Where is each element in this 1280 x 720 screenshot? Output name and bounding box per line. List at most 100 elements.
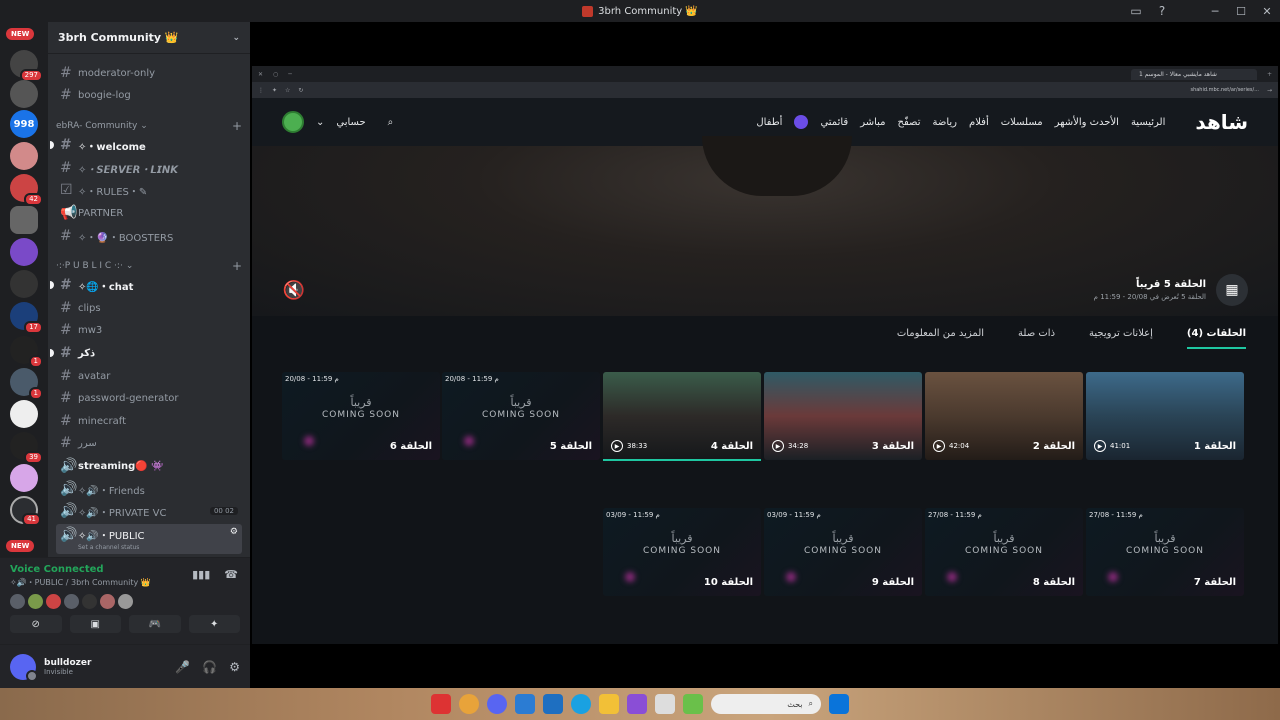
headphones-icon[interactable]: 🎧 [202, 660, 217, 674]
avatar[interactable] [64, 594, 79, 609]
discord-icon[interactable] [487, 694, 507, 714]
avatar[interactable] [118, 594, 133, 609]
star-icon[interactable]: ☆ [285, 87, 290, 94]
channel-item[interactable]: # ذكر [50, 343, 242, 363]
minimize-icon[interactable]: ─ [288, 71, 292, 78]
avatar[interactable] [28, 594, 43, 609]
episode-card[interactable]: 20/08 - 11:59 م قريباً COMING SOON الحلق… [282, 372, 440, 460]
channel-status[interactable]: Set a channel status [78, 544, 145, 551]
channel-item[interactable]: # ✧・🔮・BOOSTERS [56, 226, 242, 246]
server-icon[interactable]: 297 [10, 50, 43, 82]
avatar[interactable] [10, 653, 38, 682]
screen-share-button[interactable]: ▣ [69, 615, 121, 633]
channel-item[interactable]: # mw3 [56, 320, 242, 340]
tab-episodes[interactable]: الحلقات (4) [1186, 328, 1246, 349]
episode-card[interactable]: 27/08 - 11:59 م قريباً COMING SOON الحلق… [1086, 508, 1244, 596]
server-icon[interactable]: 1 [10, 336, 43, 368]
channel-item[interactable]: # avatar [56, 366, 242, 386]
nav-home[interactable]: الرئيسية [1131, 117, 1165, 128]
tab-related[interactable]: ذات صلة [1018, 328, 1055, 349]
episode-card[interactable]: 20/08 - 11:59 م قريباً COMING SOON الحلق… [442, 372, 600, 460]
nav-series[interactable]: مسلسلات [1001, 117, 1043, 128]
profile-avatar[interactable] [282, 111, 304, 133]
server-icon[interactable] [10, 464, 38, 492]
channel-item[interactable]: # password-generator [56, 388, 242, 408]
search-icon[interactable]: ⌕ [388, 117, 394, 128]
avatar[interactable] [82, 594, 97, 609]
mute-icon[interactable]: 🔇 [282, 278, 306, 302]
avatar[interactable] [46, 594, 61, 609]
channel-item[interactable]: # boogie-log [56, 85, 242, 105]
signal-icon[interactable]: ▮▮▮ [192, 568, 210, 581]
server-icon[interactable] [10, 238, 38, 266]
category-header[interactable]: ebRA- Community ⌄ + [56, 118, 242, 134]
inbox-icon[interactable]: ▭ [1128, 3, 1144, 19]
minimize-button[interactable]: ─ [1202, 0, 1228, 22]
channel-item[interactable]: # minecraft [56, 411, 242, 431]
avatar[interactable] [100, 594, 115, 609]
windows-start-icon[interactable] [829, 694, 849, 714]
app-icon[interactable] [515, 694, 535, 714]
app-icon[interactable] [683, 694, 703, 714]
server-icon[interactable] [10, 142, 38, 170]
browser-tab[interactable]: شاهد مايشبي معالا - الموسم 1 [1130, 68, 1257, 80]
episode-card[interactable]: الحلقة 1 ▶ 41:01 [1086, 372, 1244, 460]
app-icon[interactable] [543, 694, 563, 714]
folder-icon[interactable] [599, 694, 619, 714]
server-icon[interactable]: 41 [10, 496, 41, 526]
channel-item[interactable]: 📢 PARTNER [56, 203, 242, 223]
episode-card[interactable]: الحلقة 3 ▶ 34:28 [764, 372, 922, 460]
nav-my-list[interactable]: قائمتي [820, 117, 848, 128]
close-button[interactable]: ✕ [1254, 0, 1280, 22]
nav-kids[interactable]: أطفال [756, 117, 782, 128]
shahid-logo[interactable]: شاهد [1195, 110, 1248, 134]
voice-channel-item[interactable]: 🔊 ✧🔊・PUBLIC Set a channel status ⚙ [56, 524, 242, 554]
server-icon[interactable]: 998 [10, 110, 38, 138]
chrome-icon[interactable] [459, 694, 479, 714]
app-icon[interactable] [627, 694, 647, 714]
activity-button[interactable]: 🎮 [129, 615, 181, 633]
nav-sports[interactable]: رياضة [932, 117, 957, 128]
channel-item[interactable]: # clips [56, 298, 242, 318]
url-field[interactable]: shahid.mbc.net/ar/series/... [1190, 87, 1259, 93]
menu-icon[interactable]: ⋮ [258, 87, 264, 94]
camera-off-button[interactable]: ⊘ [10, 615, 62, 633]
circle-icon[interactable]: ○ [273, 71, 278, 78]
edge-icon[interactable] [571, 694, 591, 714]
gear-icon[interactable]: ⚙ [229, 660, 240, 674]
channel-item[interactable]: # ✧🌐・chat [50, 275, 242, 295]
avatar[interactable] [10, 594, 25, 609]
app-icon[interactable] [431, 694, 451, 714]
nav-movies[interactable]: أفلام [969, 117, 989, 128]
plus-icon[interactable]: + [232, 119, 242, 133]
help-icon[interactable]: ? [1154, 3, 1170, 19]
server-icon[interactable]: 39 [10, 432, 43, 464]
hero-video[interactable]: 🔇 ▦ الحلقة 5 قريباً الحلقة 5 تُعرض في 20… [252, 136, 1278, 316]
category-header[interactable]: ·:·P U B L I C ·:· ⌄ + [56, 258, 242, 274]
server-icon[interactable]: 1 [10, 368, 43, 400]
plus-icon[interactable]: + [1267, 71, 1272, 78]
tab-more-info[interactable]: المزيد من المعلومات [897, 328, 984, 349]
server-icon[interactable] [10, 80, 38, 108]
channel-item[interactable]: # ✧・welcome [50, 135, 242, 155]
close-icon[interactable]: ✕ [258, 71, 263, 78]
voice-channel-item[interactable]: 🔊 streaming🔴 👾 [56, 456, 242, 476]
taskbar-search[interactable]: بحث ⌕ [711, 694, 821, 714]
maximize-button[interactable]: ☐ [1228, 0, 1254, 22]
server-header[interactable]: 3brh Community 👑 ⌄ [48, 22, 250, 54]
account-menu[interactable]: حسابي [336, 117, 365, 128]
server-icon[interactable]: 42 [10, 174, 43, 206]
channel-item[interactable]: # moderator-only [56, 63, 242, 83]
episode-card[interactable]: الحلقة 2 ▶ 42:04 [925, 372, 1083, 460]
back-icon[interactable]: → [1267, 87, 1272, 94]
episode-card[interactable]: الحلقة 4 ▶ 38:33 [603, 372, 761, 460]
soundboard-button[interactable]: ✦ [188, 615, 240, 633]
voice-channel-item[interactable]: 🔊 ✧🔊・PRIVATE VC 00 02 [56, 501, 242, 521]
plus-icon[interactable]: + [232, 259, 242, 273]
episode-card[interactable]: 03/09 - 11:59 م قريباً COMING SOON الحلق… [764, 508, 922, 596]
server-icon[interactable] [10, 400, 38, 428]
episode-card[interactable]: 27/08 - 11:59 م قريباً COMING SOON الحلق… [925, 508, 1083, 596]
voice-channel-item[interactable]: 🔊 ✧🔊・Friends [56, 479, 242, 499]
channel-item[interactable]: # سرر [56, 433, 242, 453]
microphone-icon[interactable]: 🎤 [175, 660, 190, 674]
